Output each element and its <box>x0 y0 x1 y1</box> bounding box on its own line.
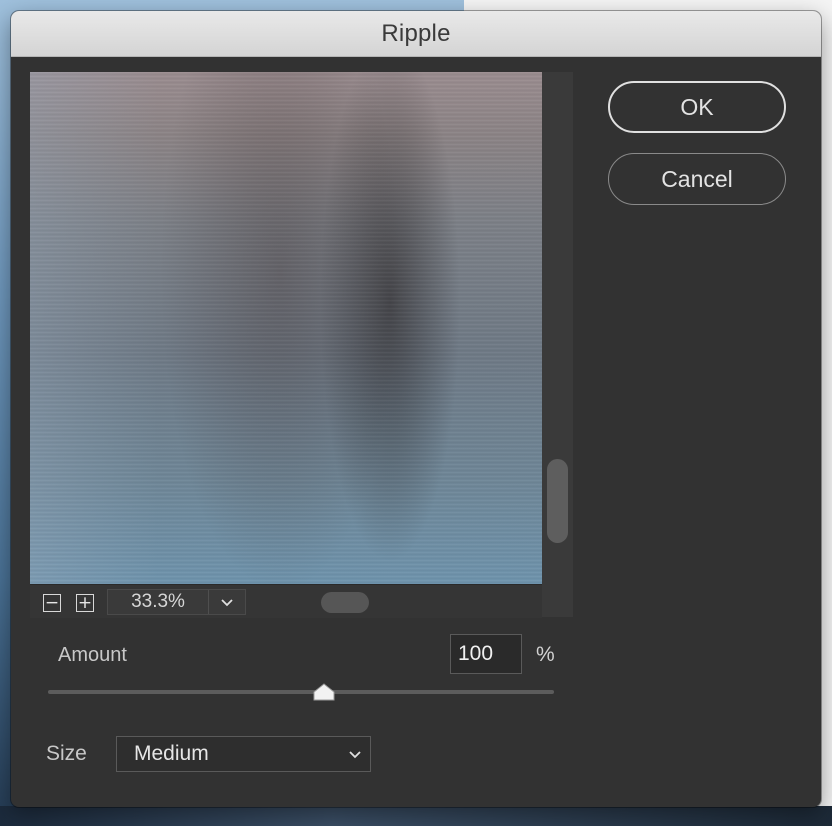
dialog-title: Ripple <box>381 19 451 47</box>
dialog-titlebar[interactable]: Ripple <box>11 11 821 57</box>
zoom-dropdown-button[interactable] <box>209 598 245 607</box>
preview-image[interactable] <box>30 72 542 584</box>
amount-label: Amount <box>58 644 127 666</box>
background-photo-bottom <box>0 806 832 826</box>
chevron-down-icon <box>221 598 233 606</box>
amount-input[interactable]: 100 <box>450 634 522 674</box>
zoom-level-value: 33.3% <box>131 591 185 612</box>
preview-vertical-scroll-thumb[interactable] <box>547 459 568 543</box>
ok-button-label: OK <box>680 93 714 120</box>
size-selected-value: Medium <box>134 742 209 765</box>
preview-horizontal-scroll-thumb[interactable] <box>321 592 369 613</box>
ripple-dialog: Ripple − + 33.3% OK Cancel Amount 100 % … <box>11 11 821 807</box>
scrollbar-corner <box>542 584 573 617</box>
amount-value: 100 <box>458 642 494 665</box>
filter-preview: − + 33.3% <box>30 72 573 618</box>
zoom-in-button[interactable]: + <box>76 594 94 612</box>
minus-icon: − <box>44 592 60 613</box>
size-label: Size <box>46 742 87 765</box>
chevron-down-icon <box>349 750 361 758</box>
ok-button[interactable]: OK <box>608 81 786 133</box>
cancel-button[interactable]: Cancel <box>608 153 786 205</box>
zoom-out-button[interactable]: − <box>43 594 61 612</box>
size-select[interactable]: Medium <box>116 736 371 772</box>
amount-unit: % <box>536 643 555 666</box>
amount-slider-track[interactable] <box>48 690 554 694</box>
size-dropdown-toggle[interactable] <box>340 750 370 759</box>
cancel-button-label: Cancel <box>661 165 733 192</box>
zoom-level-field[interactable]: 33.3% <box>107 589 246 615</box>
amount-slider-thumb[interactable] <box>313 683 335 701</box>
plus-icon: + <box>77 592 93 613</box>
preview-zoom-bar: − + 33.3% <box>30 584 542 618</box>
